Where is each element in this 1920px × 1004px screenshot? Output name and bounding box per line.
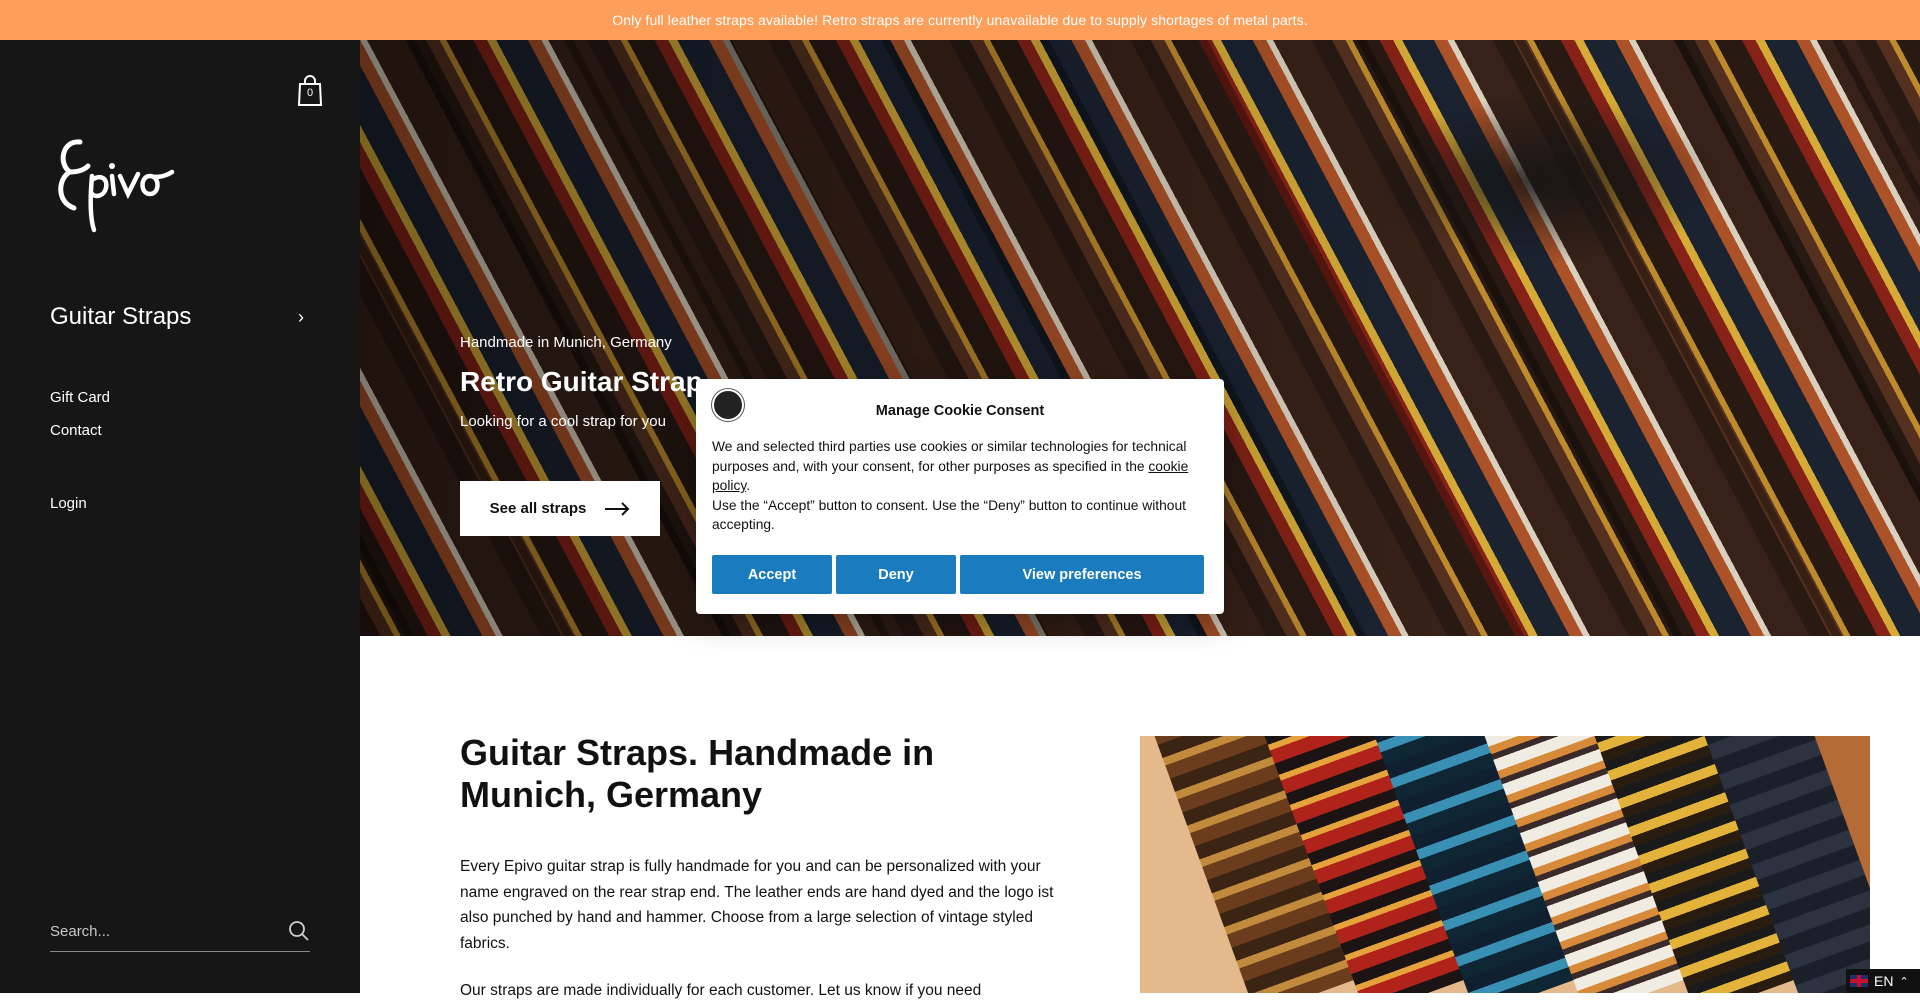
nav-guitar-straps-label: Guitar Straps [50,303,192,330]
straps-photo [1140,736,1870,993]
view-preferences-button[interactable]: View preferences [960,555,1204,594]
intro-paragraph-1: Every Epivo guitar strap is fully handma… [460,858,1054,952]
announcement-text: Only full leather straps available! Retr… [612,12,1308,28]
cookie-text-1: We and selected third parties use cookie… [712,439,1187,474]
search-bar [50,910,310,952]
intro-paragraph-2: Our straps are made individually for eac… [460,982,982,999]
sidebar: 0 Guitar Straps › Gift Card Contact Logi… [0,40,360,993]
nav-guitar-straps[interactable]: Guitar Straps › [50,303,304,331]
cart-count: 0 [306,87,314,99]
announcement-bar: Only full leather straps available! Retr… [0,0,1920,40]
hero-subtitle: Looking for a cool strap for you [460,413,666,430]
cookie-actions: Accept Deny View preferences [712,555,1204,594]
cookie-text-2: Use the “Accept” button to consent. Use … [712,497,1186,533]
nav-login[interactable]: Login [50,495,87,512]
cookie-text-1-end: . [746,478,751,493]
cookie-consent-dialog: Manage Cookie Consent We and selected th… [696,379,1224,614]
chevron-up-icon: ⌃ [1899,975,1909,988]
cart-button[interactable]: 0 [296,74,324,108]
see-all-straps-button[interactable]: See all straps [460,481,660,536]
cookie-text: We and selected third parties use cookie… [712,437,1208,535]
language-switcher[interactable]: EN ⌃ [1846,969,1920,993]
search-input[interactable] [50,918,270,944]
intro-title: Guitar Straps. Handmade in Munich, Germa… [460,732,935,815]
see-all-straps-label: See all straps [489,500,587,517]
arrow-right-icon [605,501,630,516]
epivo-logo[interactable] [50,128,180,238]
hero-kicker: Handmade in Munich, Germany [460,334,672,351]
deny-button[interactable]: Deny [836,555,956,594]
chevron-right-icon: › [298,306,304,327]
language-label: EN [1874,973,1894,989]
uk-flag-icon [1850,975,1868,987]
nav-gift-card[interactable]: Gift Card [50,389,110,406]
cookie-title: Manage Cookie Consent [875,403,1045,419]
nav-contact[interactable]: Contact [50,422,102,439]
hero-title: Retro Guitar Strap [460,366,703,397]
search-icon[interactable] [288,920,310,942]
accept-button[interactable]: Accept [712,555,832,594]
